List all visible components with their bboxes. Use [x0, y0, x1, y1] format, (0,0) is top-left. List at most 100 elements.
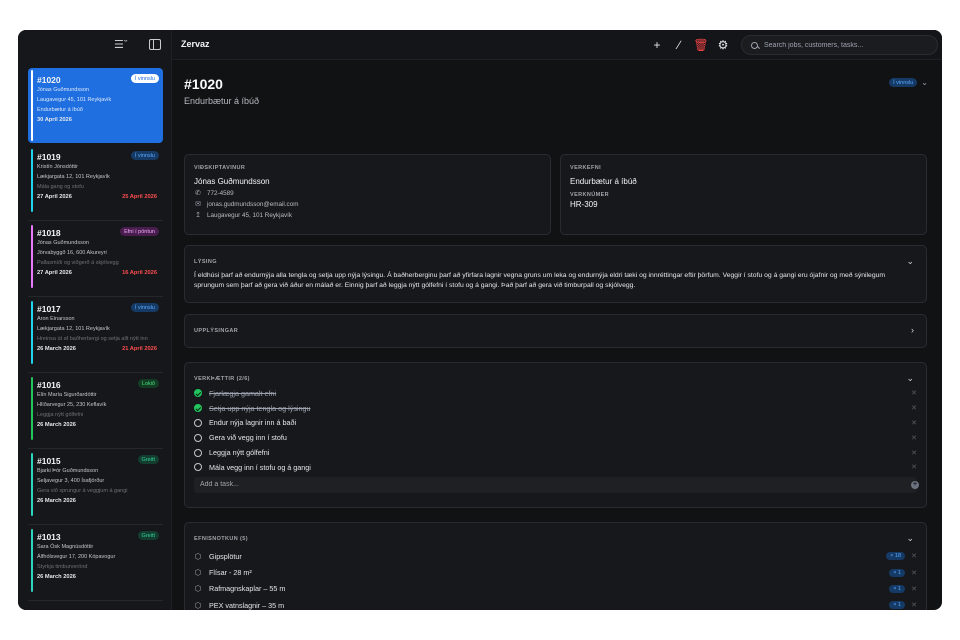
- task-item: Setja upp nýja tengla og lýsingu ✕: [194, 401, 917, 416]
- material-item: ⬡ Gipsplötur × 18 ✕: [194, 548, 918, 564]
- add-task-input[interactable]: [200, 481, 900, 489]
- job-list-item[interactable]: #1018 Efni í pöntun Jónas Guðmundsson Jörva…: [28, 221, 163, 297]
- material-label: Gipsplötur: [209, 551, 242, 561]
- job-date: 26 March 2026: [37, 574, 76, 580]
- job-address: Laugavegur 45, 101 Reykjavík: [37, 97, 112, 103]
- job-status-bar: [31, 225, 33, 288]
- job-date: 26 March 2026: [37, 498, 76, 504]
- app-window: ☰ˇ #1020 Í vinnslu Jónas Guðmundsson Laugav…: [18, 30, 942, 610]
- task-checkbox[interactable]: [194, 463, 202, 472]
- material-label: Rafmagnskaplar – 55 m: [209, 584, 286, 594]
- filter-icon[interactable]: ☰ˇ: [114, 39, 136, 51]
- delete-task-icon[interactable]: ✕: [911, 434, 917, 442]
- job-due-date: 25 April 2026: [122, 194, 157, 200]
- description-card: LÝSING ⌄ Í eldhúsi þarf að endurnýja all…: [184, 245, 927, 303]
- job-description: Pallasmíði og viðgerð á skjólvegg: [37, 260, 119, 266]
- job-due-date: 16 April 2026: [122, 270, 157, 276]
- task-item: Mála vegg inn í stofu og á gangi ✕: [194, 460, 917, 475]
- task-item: Gera við vegg inn í stofu ✕: [194, 430, 917, 445]
- job-date: 27 April 2026: [37, 194, 72, 200]
- job-list-item[interactable]: #1019 Í vinnslu Kristín Jónsdóttir Lækjarga…: [28, 145, 163, 221]
- customer-card: VIÐSKIPTAVINUR Jónas Guðmundsson ✆ 772-45…: [184, 154, 551, 235]
- chevron-down-icon[interactable]: ⌄: [906, 533, 914, 544]
- job-status-bar: [31, 149, 33, 212]
- job-title: #1020: [184, 76, 223, 92]
- delete-material-icon[interactable]: ✕: [911, 601, 917, 609]
- job-address: Álfhólsvegur 17, 200 Kópavogur: [37, 554, 116, 560]
- chevron-down-icon[interactable]: ⌄: [906, 256, 914, 267]
- material-label: Flísar - 28 m²: [209, 568, 252, 578]
- task-checkbox[interactable]: [194, 433, 202, 442]
- tasks-label: VERKÞÆTTIR (2/6): [194, 376, 250, 382]
- job-dates: 30 April 2026: [37, 115, 157, 125]
- gear-icon[interactable]: ⚙: [712, 36, 734, 54]
- job-date: 27 April 2026: [37, 270, 72, 276]
- info-label: UPPLÝSINGAR: [194, 328, 239, 334]
- search-icon: [751, 41, 758, 49]
- job-description: Leggja nýtt gólfefni: [37, 412, 84, 418]
- job-customer: Kristín Jónsdóttir: [37, 164, 78, 170]
- package-icon: ⬡: [194, 551, 202, 561]
- material-list: ⬡ Gipsplötur × 18 ✕ ⬡ Flísar - 28 m² × 1 ✕ ⬡ Rafm…: [194, 548, 918, 610]
- delete-material-icon[interactable]: ✕: [911, 552, 917, 560]
- job-status-badge: Í vinnslu: [130, 303, 159, 312]
- job-status-bar: [31, 377, 33, 440]
- task-checkbox[interactable]: [194, 448, 202, 457]
- toolbar-actions: + ∕ 🗑 ⚙: [646, 36, 734, 54]
- job-address: Lækjargata 12, 101 Reykjavík: [37, 326, 110, 332]
- task-label: Gera við vegg inn í stofu: [209, 433, 287, 443]
- material-quantity: × 1: [889, 601, 905, 610]
- job-list-item[interactable]: #1015 Greitt Bjarki Þór Guðmundsson Seljave…: [28, 449, 163, 525]
- chevron-down-icon[interactable]: ⌄: [906, 373, 914, 384]
- status-dropdown[interactable]: Í vinnslu ⌄: [889, 78, 928, 87]
- job-status-badge: Greitt: [137, 531, 159, 540]
- trash-icon[interactable]: 🗑: [690, 36, 712, 54]
- task-checkbox[interactable]: [194, 404, 202, 413]
- project-label: VERKEFNI: [570, 165, 602, 171]
- delete-task-icon[interactable]: ✕: [911, 463, 917, 471]
- job-dates: 26 March 2026: [37, 496, 157, 506]
- delete-task-icon[interactable]: ✕: [911, 389, 917, 397]
- task-label: Setja upp nýja tengla og lýsingu: [209, 403, 311, 413]
- task-list: Fjarlægja gamalt efni ✕ Setja upp nýja ten…: [194, 386, 917, 475]
- job-list-item[interactable]: #1020 Í vinnslu Jónas Guðmundsson Laugavegu…: [28, 68, 163, 143]
- sidebar-header: ☰ˇ: [18, 30, 171, 60]
- job-status-bar: [31, 70, 33, 141]
- task-checkbox[interactable]: [194, 389, 202, 398]
- pencil-icon[interactable]: ∕: [668, 36, 690, 54]
- job-customer: Jónas Guðmundsson: [37, 87, 89, 93]
- job-list-item[interactable]: #1013 Greitt Sara Ósk Magnúsdóttir Álfhólsv…: [28, 525, 163, 601]
- sidebar-toggle-icon[interactable]: [149, 39, 161, 50]
- customer-phone[interactable]: ✆ 772-4589: [194, 189, 541, 198]
- job-description: Hreinsa út af baðherbergi og setja allt …: [37, 336, 148, 342]
- task-checkbox[interactable]: [194, 418, 202, 427]
- task-item: Fjarlægja gamalt efni ✕: [194, 386, 917, 401]
- location-icon: ↥: [195, 212, 201, 219]
- phone-value: 772-4589: [207, 189, 234, 197]
- search-input[interactable]: [764, 41, 924, 49]
- customer-address[interactable]: ↥ Laugavegur 45, 101 Reykjavík: [194, 211, 541, 220]
- job-dates: 27 April 2026 16 April 2026: [37, 268, 157, 278]
- job-subtitle: Endurbætur á íbúð: [184, 96, 260, 106]
- materials-label: EFNISNOTKUN (5): [194, 536, 248, 542]
- customer-email[interactable]: ✉ jonas.gudmundsson@email.com: [194, 200, 541, 209]
- job-date: 30 April 2026: [37, 117, 72, 123]
- job-dates: 26 March 2026: [37, 420, 157, 430]
- delete-material-icon[interactable]: ✕: [911, 569, 917, 577]
- add-task-button[interactable]: +: [911, 480, 919, 489]
- status-badge: Í vinnslu: [889, 78, 918, 87]
- job-list-item[interactable]: #1017 Í vinnslu Aron Einarsson Lækjargata 1…: [28, 297, 163, 373]
- search-bar[interactable]: [741, 35, 938, 55]
- plus-icon[interactable]: +: [646, 36, 668, 54]
- chevron-right-icon[interactable]: ›: [911, 325, 914, 335]
- task-label: Endur nýja lagnir inn á baði: [209, 418, 297, 428]
- delete-task-icon[interactable]: ✕: [911, 419, 917, 427]
- info-card[interactable]: UPPLÝSINGAR ›: [184, 314, 927, 348]
- delete-task-icon[interactable]: ✕: [911, 449, 917, 457]
- delete-material-icon[interactable]: ✕: [911, 585, 917, 593]
- job-status-badge: Lokið: [137, 379, 159, 388]
- job-due-date: 21 April 2026: [122, 346, 157, 352]
- job-dates: 26 March 2026: [37, 572, 157, 582]
- job-list-item[interactable]: #1016 Lokið Elín María Sigurðardóttir Hlíða…: [28, 373, 163, 449]
- delete-task-icon[interactable]: ✕: [911, 404, 917, 412]
